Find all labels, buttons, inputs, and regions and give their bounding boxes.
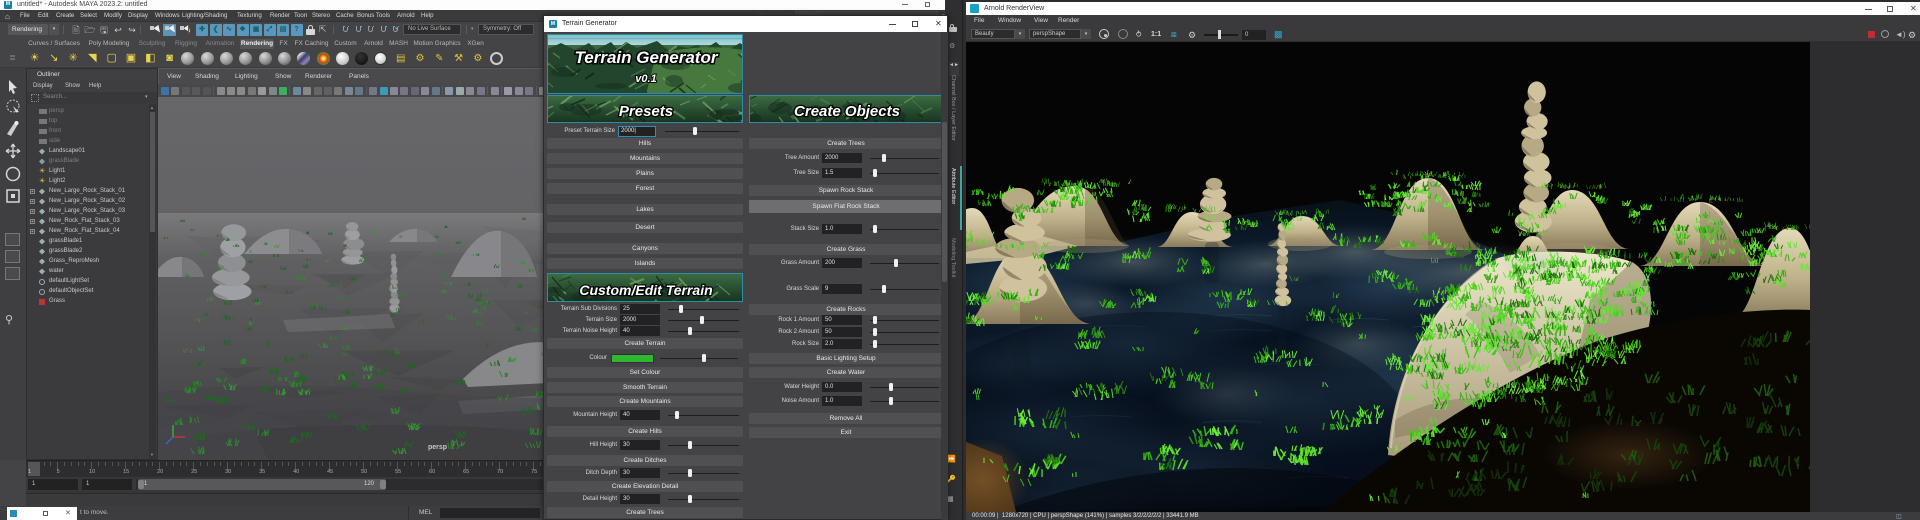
svg-text:Presets: Presets (619, 103, 673, 120)
svg-text:Create Objects: Create Objects (794, 103, 900, 120)
svg-text:v0.1: v0.1 (635, 73, 656, 85)
svg-text:persp: persp (428, 444, 447, 451)
svg-text:Custom/Edit Terrain: Custom/Edit Terrain (579, 282, 712, 298)
svg-text:Terrain Generator: Terrain Generator (575, 48, 719, 67)
